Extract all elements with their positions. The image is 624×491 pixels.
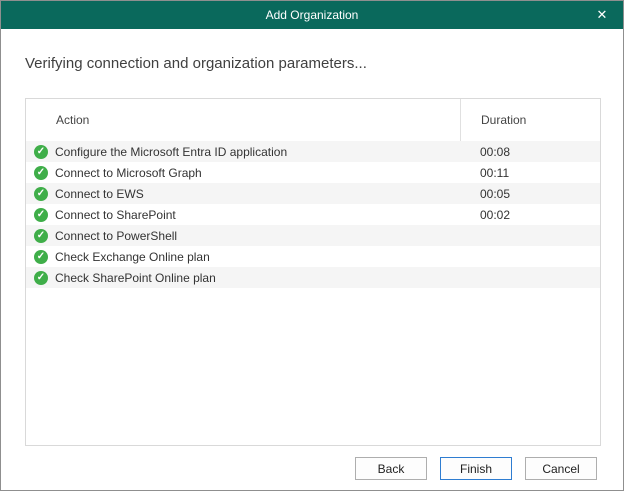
- table-row: ✓ Connect to EWS 00:05: [26, 183, 600, 204]
- action-label: Check SharePoint Online plan: [55, 271, 216, 285]
- table-row: ✓ Connect to PowerShell: [26, 225, 600, 246]
- table-row: ✓ Configure the Microsoft Entra ID appli…: [26, 141, 600, 162]
- column-header-action: Action: [26, 99, 460, 141]
- success-check-icon: ✓: [34, 208, 48, 222]
- action-cell: ✓ Check SharePoint Online plan: [26, 271, 460, 285]
- action-label: Connect to SharePoint: [55, 208, 176, 222]
- page-title: Verifying connection and organization pa…: [25, 55, 599, 72]
- close-button[interactable]: ✕: [581, 1, 623, 29]
- action-cell: ✓ Configure the Microsoft Entra ID appli…: [26, 145, 460, 159]
- cancel-button[interactable]: Cancel: [525, 457, 597, 480]
- action-label: Connect to PowerShell: [55, 229, 177, 243]
- finish-button[interactable]: Finish: [440, 457, 512, 480]
- table-row: ✓ Check Exchange Online plan: [26, 246, 600, 267]
- action-cell: ✓ Connect to SharePoint: [26, 208, 460, 222]
- window-title: Add Organization: [266, 8, 359, 22]
- table-header: Action Duration: [26, 99, 600, 141]
- table-rows: ✓ Configure the Microsoft Entra ID appli…: [26, 141, 600, 288]
- success-check-icon: ✓: [34, 229, 48, 243]
- action-cell: ✓ Connect to PowerShell: [26, 229, 460, 243]
- close-icon: ✕: [597, 7, 608, 23]
- verification-table: Action Duration ✓ Configure the Microsof…: [25, 98, 601, 446]
- duration-value: 00:11: [460, 166, 600, 180]
- action-label: Configure the Microsoft Entra ID applica…: [55, 145, 287, 159]
- action-cell: ✓ Connect to EWS: [26, 187, 460, 201]
- action-cell: ✓ Connect to Microsoft Graph: [26, 166, 460, 180]
- titlebar: Add Organization ✕: [1, 1, 623, 29]
- table-row: ✓ Connect to SharePoint 00:02: [26, 204, 600, 225]
- back-button[interactable]: Back: [355, 457, 427, 480]
- table-row: ✓ Connect to Microsoft Graph 00:11: [26, 162, 600, 183]
- success-check-icon: ✓: [34, 187, 48, 201]
- action-label: Connect to EWS: [55, 187, 144, 201]
- action-cell: ✓ Check Exchange Online plan: [26, 250, 460, 264]
- success-check-icon: ✓: [34, 166, 48, 180]
- column-header-duration: Duration: [460, 99, 600, 141]
- success-check-icon: ✓: [34, 271, 48, 285]
- duration-value: 00:05: [460, 187, 600, 201]
- success-check-icon: ✓: [34, 250, 48, 264]
- add-organization-dialog: Add Organization ✕ Verifying connection …: [0, 0, 624, 491]
- duration-value: 00:08: [460, 145, 600, 159]
- duration-value: 00:02: [460, 208, 600, 222]
- table-row: ✓ Check SharePoint Online plan: [26, 267, 600, 288]
- action-label: Check Exchange Online plan: [55, 250, 210, 264]
- action-label: Connect to Microsoft Graph: [55, 166, 202, 180]
- dialog-footer: Back Finish Cancel: [355, 457, 597, 480]
- success-check-icon: ✓: [34, 145, 48, 159]
